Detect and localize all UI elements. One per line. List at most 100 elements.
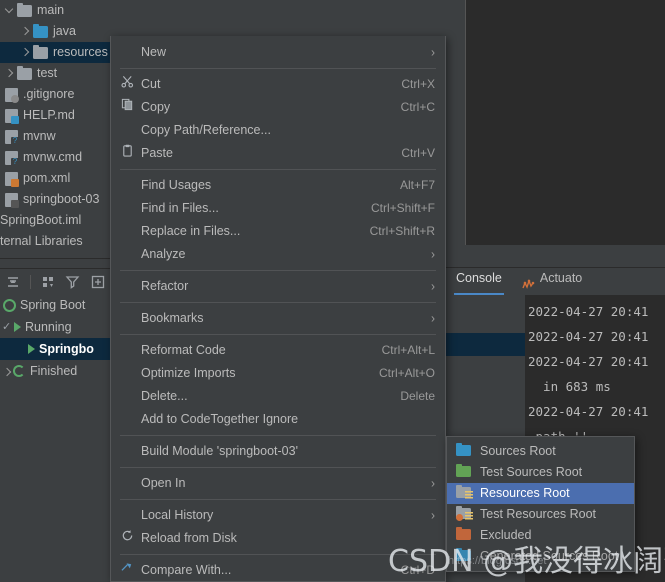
chevron-down-icon[interactable]	[4, 5, 15, 16]
menu-item-paste[interactable]: Paste Ctrl+V	[111, 142, 445, 165]
submenu-item-label: Test Sources Root	[480, 465, 583, 479]
chevron-right-icon: ›	[431, 44, 435, 60]
menu-item-refactor[interactable]: Refactor ›	[111, 275, 445, 298]
menu-separator	[120, 499, 436, 500]
menu-item-local-history[interactable]: Local History ›	[111, 504, 445, 527]
menu-item-label: Build Module 'springboot-03'	[141, 444, 298, 458]
tab-actuator[interactable]: Actuato	[512, 267, 592, 295]
chevron-right-icon[interactable]	[20, 47, 31, 58]
chevron-right-icon: ›	[431, 507, 435, 523]
services-tree[interactable]: Spring Boot ✓ Running Springbo Finished	[0, 294, 128, 390]
services-toolbar[interactable]	[0, 268, 128, 294]
menu-item-add-to-codetogether-ignore[interactable]: Add to CodeTogether Ignore	[111, 408, 445, 431]
menu-item-delete[interactable]: Delete... Delete	[111, 385, 445, 408]
module-file-icon	[5, 192, 19, 208]
tree-row-help-md[interactable]: HELP.md	[0, 105, 128, 126]
service-label: Running	[25, 320, 72, 334]
menu-item-shortcut: Ctrl+X	[401, 77, 435, 91]
service-label: Spring Boot	[20, 298, 86, 312]
editor-gutter-strip	[446, 0, 465, 245]
menu-item-new[interactable]: New ›	[111, 41, 445, 64]
menu-item-copy[interactable]: Copy Ctrl+C	[111, 96, 445, 119]
actuator-icon	[522, 273, 535, 289]
folder-icon	[17, 2, 32, 17]
group-by-icon[interactable]	[40, 274, 56, 290]
services-selected-band	[446, 333, 525, 356]
tree-row-mvnw[interactable]: mvnw	[0, 126, 128, 147]
run-window-tabs[interactable]: Console Actuato	[446, 267, 665, 295]
menu-item-find-usages[interactable]: Find Usages Alt+F7	[111, 174, 445, 197]
service-row-spring-boot[interactable]: Spring Boot	[0, 294, 128, 316]
menu-item-cut[interactable]: Cut Ctrl+X	[111, 73, 445, 96]
menu-item-reload-from-disk[interactable]: Reload from Disk	[111, 527, 445, 550]
menu-item-build-module[interactable]: Build Module 'springboot-03'	[111, 440, 445, 463]
tree-item-label: SpringBoot.iml	[0, 213, 82, 227]
tree-row-gitignore[interactable]: .gitignore	[0, 84, 128, 105]
add-service-icon[interactable]	[90, 274, 106, 290]
service-row-finished[interactable]: Finished	[0, 360, 128, 382]
submenu-item-test-resources-root[interactable]: Test Resources Root	[447, 504, 634, 525]
submenu-item-sources-root[interactable]: Sources Root	[447, 441, 634, 462]
tree-row-mvnw-cmd[interactable]: mvnw.cmd	[0, 147, 128, 168]
gitignore-file-icon	[5, 87, 19, 103]
menu-item-compare-with[interactable]: Compare With... Ctrl+D	[111, 559, 445, 582]
menu-item-label: Copy Path/Reference...	[141, 123, 271, 137]
menu-item-label: Delete...	[141, 389, 188, 403]
project-tree[interactable]: main java resources test .gitignore HELP…	[0, 0, 128, 250]
toolbar-divider	[30, 274, 31, 289]
menu-separator	[120, 270, 436, 271]
tree-item-label: java	[53, 24, 76, 38]
tree-row-java[interactable]: java	[0, 21, 128, 42]
menu-item-copy-path-reference[interactable]: Copy Path/Reference...	[111, 119, 445, 142]
folder-icon	[33, 23, 48, 38]
tree-item-label: ternal Libraries	[0, 234, 83, 248]
editor-status-band	[446, 245, 665, 267]
tree-row-resources[interactable]: resources	[0, 42, 128, 63]
menu-item-open-in[interactable]: Open In ›	[111, 472, 445, 495]
menu-item-shortcut: Ctrl+Alt+L	[381, 343, 435, 357]
collapse-all-icon[interactable]	[5, 274, 21, 290]
menu-separator	[120, 68, 436, 69]
sources-root-folder-icon	[456, 443, 473, 458]
menu-item-label: Analyze	[141, 247, 186, 261]
tree-row-test[interactable]: test	[0, 63, 128, 84]
tree-row-pom-xml[interactable]: pom.xml	[0, 168, 128, 189]
menu-item-shortcut: Delete	[400, 389, 435, 403]
tree-item-label: resources	[53, 45, 108, 59]
submenu-item-label: Generated Sources Root	[480, 549, 619, 563]
service-label: Finished	[30, 364, 78, 378]
tree-row-main[interactable]: main	[0, 0, 128, 21]
tree-item-label: HELP.md	[23, 108, 75, 122]
menu-item-label: New	[141, 45, 167, 59]
submenu-item-resources-root[interactable]: Resources Root	[447, 483, 634, 504]
submenu-item-excluded[interactable]: Excluded	[447, 525, 634, 546]
submenu-item-test-sources-root[interactable]: Test Sources Root	[447, 462, 634, 483]
service-row-running[interactable]: ✓ Running	[0, 316, 128, 338]
tab-console[interactable]: Console	[446, 267, 512, 295]
context-menu[interactable]: New › Cut Ctrl+X Copy Ctrl+C Copy Path/R…	[110, 36, 446, 582]
menu-item-replace-in-files[interactable]: Replace in Files... Ctrl+Shift+R	[111, 220, 445, 243]
submenu-item-label: Sources Root	[480, 444, 556, 458]
folder-icon	[33, 44, 48, 59]
expanded-check-icon: ✓	[2, 321, 12, 333]
menu-separator	[120, 554, 436, 555]
tree-row-external-libraries[interactable]: ternal Libraries	[0, 231, 128, 250]
menu-item-analyze[interactable]: Analyze ›	[111, 243, 445, 266]
tree-item-label: mvnw	[23, 129, 56, 143]
menu-item-optimize-imports[interactable]: Optimize Imports Ctrl+Alt+O	[111, 362, 445, 385]
mark-directory-as-submenu[interactable]: Sources Root Test Sources Root Resources…	[446, 436, 635, 572]
filter-icon[interactable]	[65, 274, 81, 290]
menu-item-bookmarks[interactable]: Bookmarks ›	[111, 307, 445, 330]
submenu-item-generated-sources-root[interactable]: Generated Sources Root	[447, 546, 634, 567]
menu-item-label: Cut	[141, 77, 161, 91]
menu-item-label: Compare With...	[141, 563, 232, 577]
menu-item-shortcut: Ctrl+V	[401, 146, 435, 160]
tree-row-springboot-03[interactable]: springboot-03	[0, 189, 128, 210]
tree-row-springboot-iml[interactable]: SpringBoot.iml	[0, 210, 128, 231]
chevron-right-icon[interactable]	[4, 68, 15, 79]
menu-item-find-in-files[interactable]: Find in Files... Ctrl+Shift+F	[111, 197, 445, 220]
menu-item-reformat-code[interactable]: Reformat Code Ctrl+Alt+L	[111, 339, 445, 362]
chevron-right-icon[interactable]	[20, 26, 31, 37]
service-row-springboot-app[interactable]: Springbo	[0, 338, 128, 360]
chevron-right-icon[interactable]	[2, 366, 13, 377]
